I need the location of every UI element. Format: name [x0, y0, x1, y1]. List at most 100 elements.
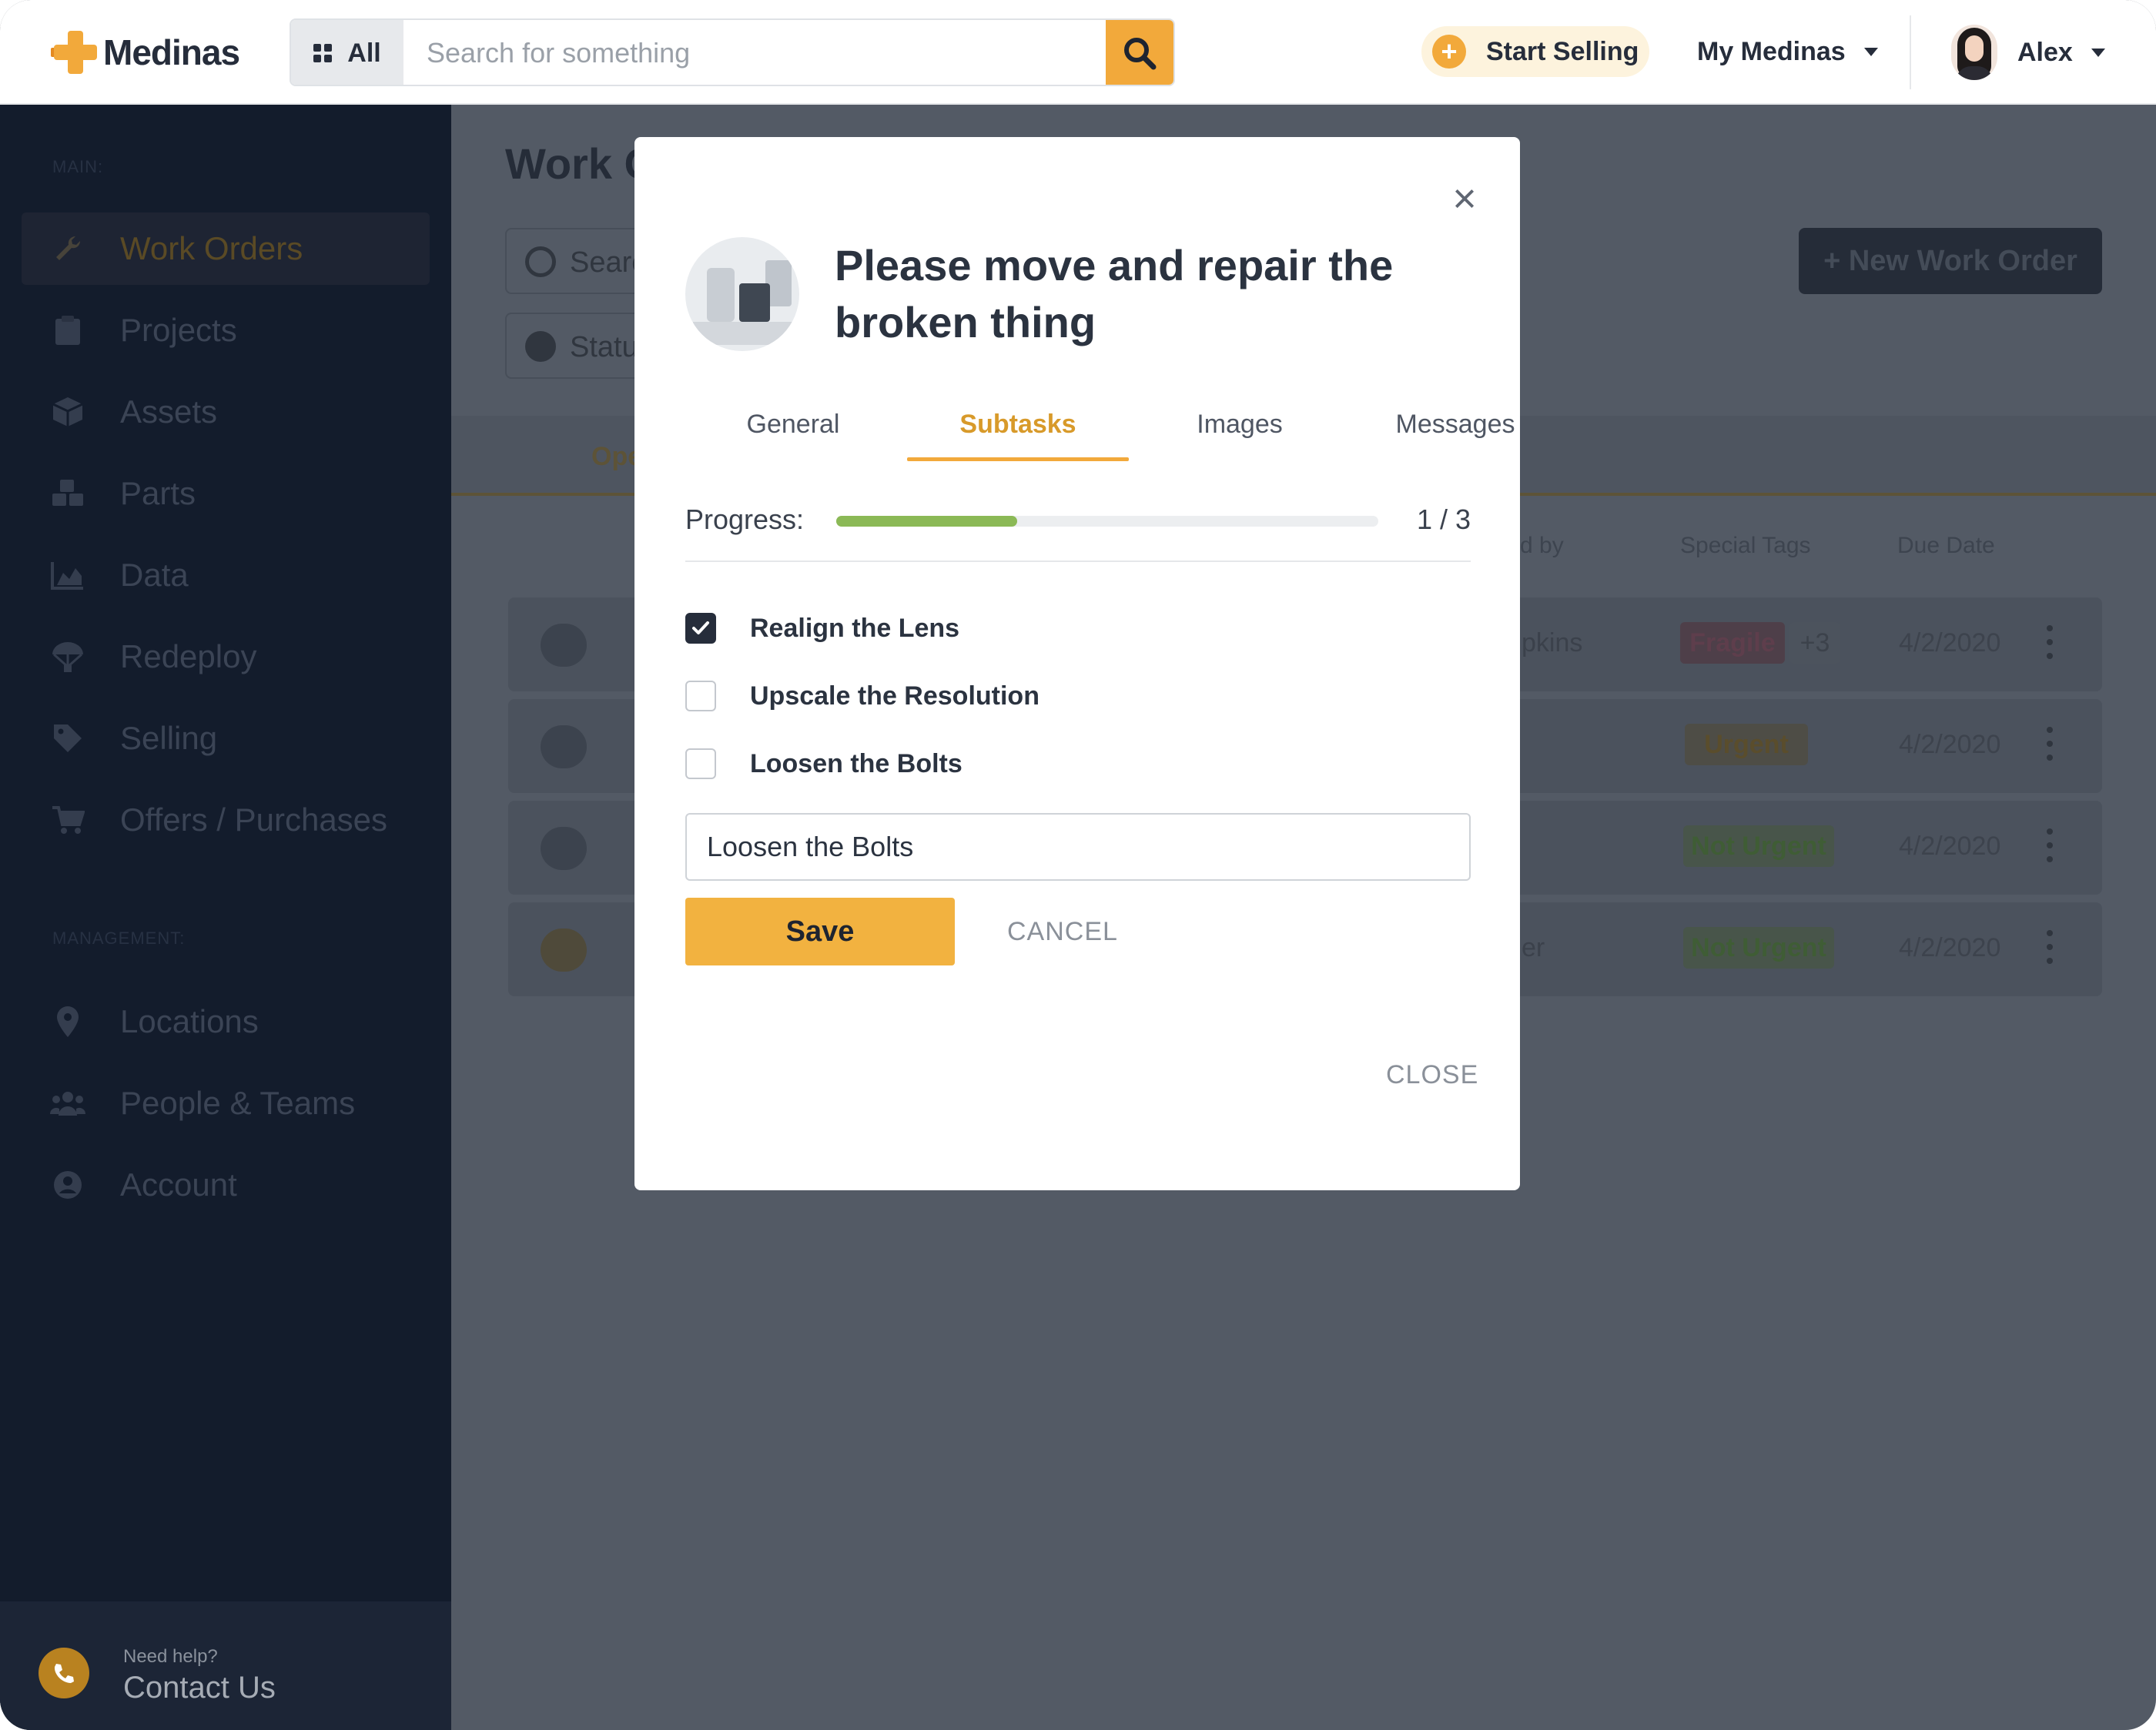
close-button[interactable]: CLOSE	[1386, 1052, 1478, 1098]
sidebar-item-projects[interactable]: Projects	[22, 294, 430, 366]
tab-general[interactable]: General	[685, 403, 901, 465]
divider	[685, 560, 1471, 562]
start-selling-label: Start Selling	[1486, 36, 1639, 66]
tag-more: +3	[1789, 622, 1840, 664]
row-due-date: 4/2/2020	[1899, 628, 2001, 658]
search-button[interactable]	[1106, 20, 1173, 85]
subtask-progress: Progress: 1 / 3	[685, 496, 1471, 545]
header-divider	[1910, 15, 1911, 89]
tag-urgent: Urgent	[1685, 724, 1808, 765]
subtask-label: Realign the Lens	[750, 613, 960, 643]
users-icon	[49, 1085, 86, 1122]
user-name: Alex	[2017, 37, 2073, 67]
tag-not-urgent: Not Urgent	[1683, 927, 1834, 969]
save-button[interactable]: Save	[685, 898, 955, 965]
sidebar-item-parts[interactable]: Parts	[22, 457, 430, 530]
sidebar: MAIN: Work Orders Projects Assets Parts	[0, 105, 451, 1730]
sidebar-item-account[interactable]: Account	[22, 1149, 430, 1221]
row-assignee: er	[1522, 933, 1545, 962]
row-menu-icon[interactable]	[2047, 625, 2053, 662]
subtask-label: Loosen the Bolts	[750, 748, 962, 778]
sidebar-item-label: Work Orders	[120, 230, 303, 266]
row-menu-icon[interactable]	[2047, 828, 2053, 865]
active-tab-indicator	[907, 457, 1129, 461]
sidebar-item-label: Redeploy	[120, 638, 257, 674]
user-menu[interactable]: Alex	[1951, 22, 2105, 83]
modal-tabs: General Subtasks Images Messages	[685, 403, 1515, 465]
contact-us-panel[interactable]: Need help? Contact Us	[0, 1601, 451, 1730]
row-menu-icon[interactable]	[2047, 930, 2053, 967]
search-scope-button[interactable]: All	[291, 20, 403, 85]
work-order-modal: × Please move and repair the broken thin…	[634, 137, 1520, 1190]
sidebar-item-label: Offers / Purchases	[120, 801, 388, 838]
subtask-item[interactable]: Realign the Lens	[685, 610, 959, 647]
tag-icon	[49, 720, 86, 757]
cancel-button[interactable]: CANCEL	[1007, 898, 1118, 965]
plus-circle-icon: +	[1432, 35, 1466, 69]
sidebar-item-data[interactable]: Data	[22, 539, 430, 611]
sidebar-item-locations[interactable]: Locations	[22, 985, 430, 1058]
sidebar-item-label: Parts	[120, 475, 196, 511]
cart-icon	[49, 801, 86, 838]
row-assignee: pkins	[1522, 628, 1583, 658]
sidebar-item-label: Data	[120, 557, 189, 593]
logo[interactable]: Medinas	[51, 26, 240, 79]
sidebar-item-people-teams[interactable]: People & Teams	[22, 1067, 430, 1139]
need-help-text: Need help?	[123, 1646, 218, 1667]
map-pin-icon	[49, 1003, 86, 1040]
sidebar-section-management: MANAGEMENT:	[52, 929, 186, 948]
tag-fragile: Fragile	[1680, 622, 1785, 664]
work-order-image	[685, 237, 799, 351]
asset-thumbnail	[541, 624, 587, 667]
sidebar-item-redeploy[interactable]: Redeploy	[22, 621, 430, 693]
clipboard-icon	[49, 312, 86, 349]
sidebar-item-label: Locations	[120, 1003, 259, 1039]
check-circle-icon	[525, 331, 556, 362]
sidebar-item-assets[interactable]: Assets	[22, 376, 430, 448]
start-selling-button[interactable]: + Start Selling	[1421, 26, 1649, 77]
close-icon[interactable]: ×	[1446, 178, 1483, 219]
area-chart-icon	[49, 557, 86, 594]
avatar	[1951, 25, 1997, 80]
subtask-checkbox[interactable]	[685, 613, 716, 644]
subtask-item[interactable]: Upscale the Resolution	[685, 678, 1040, 714]
row-menu-icon[interactable]	[2047, 727, 2053, 764]
medinas-logo-icon	[51, 29, 97, 75]
subtask-edit-input[interactable]	[685, 813, 1471, 881]
subtask-checkbox[interactable]	[685, 681, 716, 711]
sidebar-item-selling[interactable]: Selling	[22, 702, 430, 775]
column-header-due-date: Due Date	[1897, 533, 1995, 558]
search-scope-label: All	[347, 38, 381, 68]
asset-thumbnail	[541, 827, 587, 870]
column-header-assigned: d by	[1520, 533, 1564, 558]
my-medinas-label: My Medinas	[1697, 36, 1846, 66]
row-due-date: 4/2/2020	[1899, 832, 2001, 861]
progress-label: Progress:	[685, 504, 805, 535]
app-window: Medinas All + Start Selling My Medinas	[0, 0, 2156, 1730]
tag-not-urgent: Not Urgent	[1683, 825, 1834, 867]
parachute-icon	[49, 638, 86, 675]
progress-bar-fill	[836, 516, 1017, 527]
tab-messages[interactable]: Messages	[1348, 403, 1563, 465]
wrench-icon	[541, 929, 587, 972]
wrench-icon	[49, 230, 86, 267]
status-filter-label: Statu	[570, 331, 638, 363]
sidebar-item-work-orders[interactable]: Work Orders	[22, 212, 430, 285]
subtask-label: Upscale the Resolution	[750, 681, 1040, 711]
tab-images[interactable]: Images	[1132, 403, 1348, 465]
row-due-date: 4/2/2020	[1899, 730, 2001, 759]
subtask-checkbox[interactable]	[685, 748, 716, 779]
sidebar-item-label: Assets	[120, 393, 218, 430]
search-input[interactable]	[403, 20, 1109, 85]
top-bar: Medinas All + Start Selling My Medinas	[0, 0, 2156, 105]
new-work-order-button[interactable]: + New Work Order	[1799, 228, 2102, 294]
sidebar-item-label: Account	[120, 1166, 237, 1203]
progress-bar	[836, 516, 1378, 527]
subtask-item[interactable]: Loosen the Bolts	[685, 745, 962, 782]
column-header-special-tags: Special Tags	[1680, 533, 1811, 558]
tab-subtasks[interactable]: Subtasks	[910, 403, 1126, 465]
my-medinas-menu[interactable]: My Medinas	[1697, 26, 1878, 77]
global-search: All	[290, 18, 1175, 86]
sidebar-item-offers-purchases[interactable]: Offers / Purchases	[22, 784, 430, 856]
phone-icon	[38, 1648, 89, 1698]
